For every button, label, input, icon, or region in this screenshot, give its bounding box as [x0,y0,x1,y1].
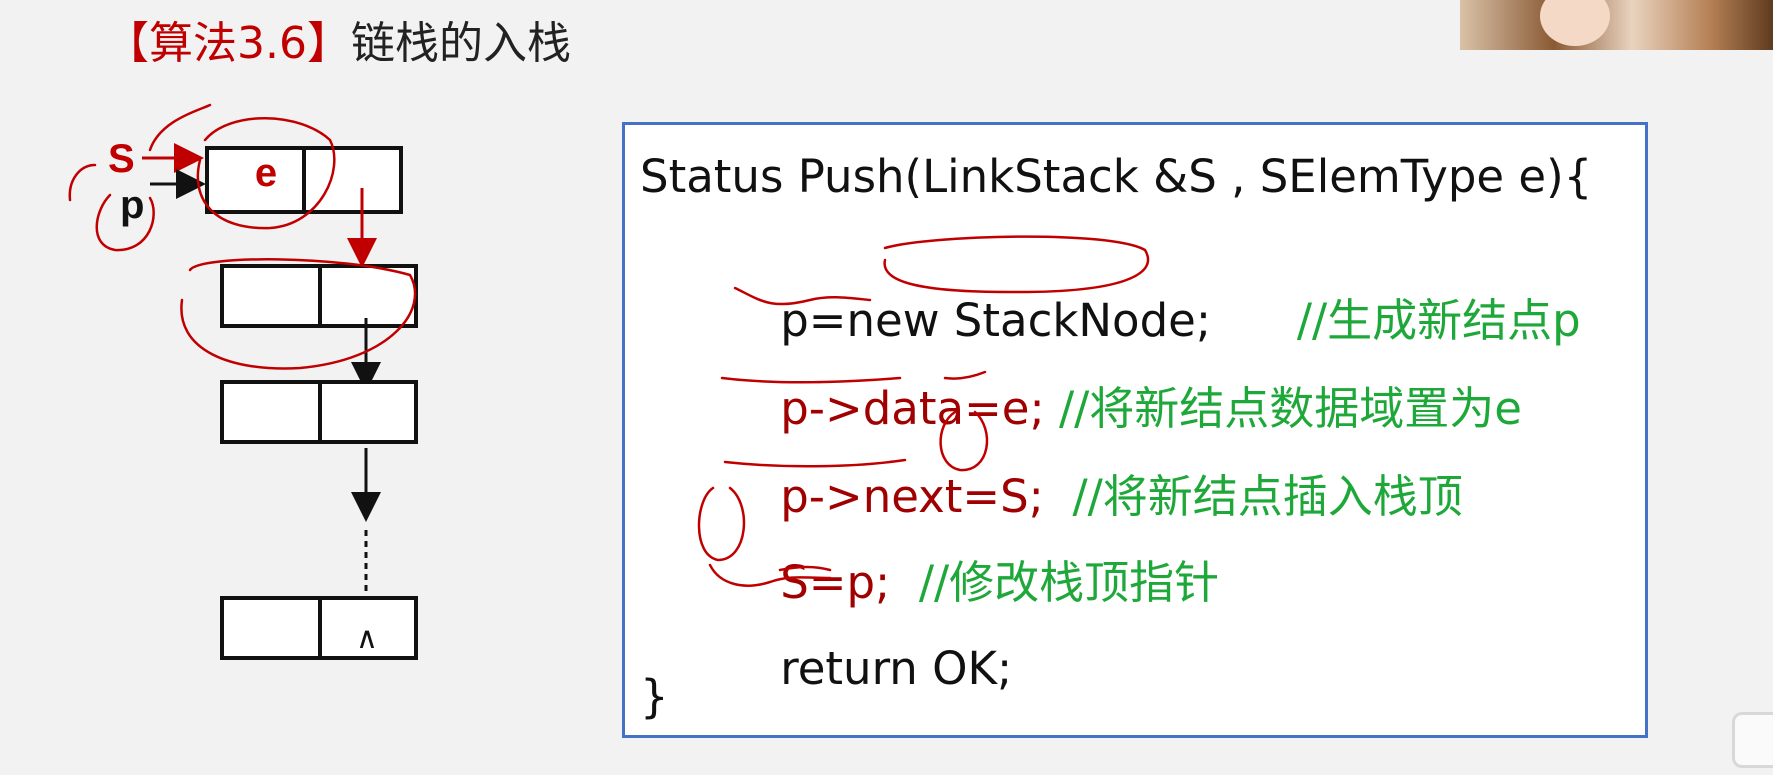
code-line-close-brace: } [640,670,669,723]
presenter-face [1540,0,1610,46]
stack-node-1 [220,264,418,328]
new-node: e [205,146,403,214]
stack-bottom-node: ∧ [220,596,418,660]
bilibili-tv-icon[interactable] [1732,712,1773,768]
code-panel: Status Push(LinkStack &S , SElemType e){… [622,122,1648,738]
code-line-signature: Status Push(LinkStack &S , SElemType e){ [640,150,1593,203]
code-statement: return OK; [780,642,1013,695]
webcam-thumbnail [1460,0,1773,50]
linked-stack-diagram: e S p ∧ [108,137,418,660]
code-line-return: return OK; [723,585,1012,753]
top-pointer-label: S [108,137,135,181]
new-pointer-label: p [120,183,144,227]
stack-node-2 [220,380,418,444]
new-node-data: e [255,151,277,195]
null-symbol: ∧ [356,621,378,656]
